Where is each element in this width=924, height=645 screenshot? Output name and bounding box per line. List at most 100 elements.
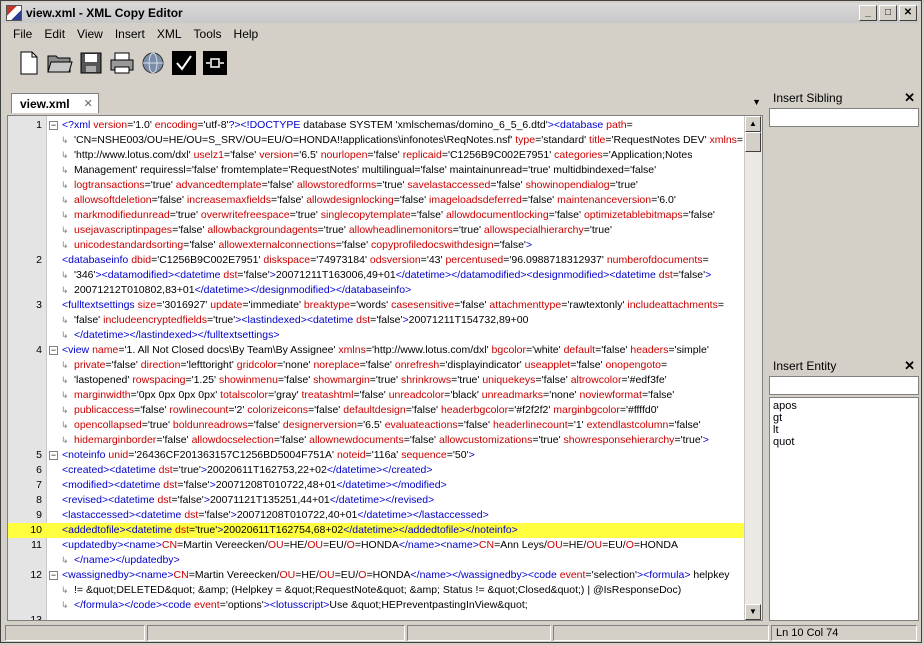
insert-entity-header: Insert Entity ✕: [769, 358, 919, 374]
menu-help[interactable]: Help: [228, 26, 265, 44]
wrap-indicator-icon: ↳: [61, 135, 69, 145]
insert-sibling-input[interactable]: [769, 108, 919, 127]
tab-close-icon[interactable]: ✕: [84, 97, 93, 110]
scroll-thumb[interactable]: [745, 132, 761, 152]
code-line[interactable]: ↳ marginwidth='0px 0px 0px 0px' totalscol…: [8, 388, 746, 403]
code-line[interactable]: ↳ hidemarginborder='false' allowdocselect…: [8, 433, 746, 448]
insert-entity-input[interactable]: [769, 376, 919, 395]
wrap-indicator-icon: ↳: [61, 375, 69, 385]
line-text: <view name='1. All Not Closed docs\By Te…: [62, 344, 709, 356]
code-line[interactable]: ↳ usejavascriptinpages='false' allowbackg…: [8, 223, 746, 238]
code-line[interactable]: 8 <revised><datetime dst='false'>20071121…: [8, 493, 746, 508]
wrap-indicator-icon: ↳: [61, 435, 69, 445]
minimize-button[interactable]: _: [859, 5, 877, 21]
new-document-button[interactable]: [15, 49, 43, 77]
globe-icon: [142, 52, 164, 74]
print-button[interactable]: [108, 49, 136, 77]
app-window: view.xml - XML Copy Editor _ □ ✕ File Ed…: [0, 0, 922, 643]
menu-tools[interactable]: Tools: [188, 26, 228, 44]
tab-view-xml[interactable]: view.xml ✕: [11, 93, 99, 113]
validate-button[interactable]: [201, 49, 229, 77]
line-text: 'CN=NSHE003/OU=HE/OU=S_SRV/OU=EU/O=HONDA…: [74, 134, 744, 146]
wrap-indicator-icon: ↳: [61, 240, 69, 250]
printer-icon: [110, 52, 134, 74]
wrap-indicator-icon: ↳: [61, 165, 69, 175]
code-line[interactable]: ↳ allowsoftdeletion='false' increasemaxfi…: [8, 193, 746, 208]
code-line[interactable]: 2 <databaseinfo dbid='C1256B9C002E7951' d…: [8, 253, 746, 268]
close-button[interactable]: ✕: [899, 5, 917, 21]
code-line[interactable]: 12− <wassignedby><name>CN=Martin Vereecke…: [8, 568, 746, 583]
line-text: Management' requiressl='false' fromtempl…: [74, 164, 657, 176]
code-line[interactable]: ↳ </name></updatedby>: [8, 553, 746, 568]
code-line[interactable]: ↳ logtransactions='true' advancedtemplate…: [8, 178, 746, 193]
code-line[interactable]: 5− <noteinfo unid='26436CF201363157C1256B…: [8, 448, 746, 463]
code-line[interactable]: ↳ 'http://www.lotus.com/dxl' uselz1='fals…: [8, 148, 746, 163]
entity-item[interactable]: gt: [773, 412, 915, 424]
menu-file[interactable]: File: [7, 26, 38, 44]
menu-xml[interactable]: XML: [151, 26, 188, 44]
insert-sibling-list[interactable]: [769, 129, 919, 353]
scroll-up-icon[interactable]: ▲: [745, 116, 761, 132]
entity-item[interactable]: lt: [773, 424, 915, 436]
line-text: </datetime></lastindexed></fulltextsetti…: [74, 329, 280, 341]
insert-entity-title: Insert Entity: [773, 359, 837, 373]
line-text: != &quot;DELETED&quot; &amp; (Helpkey = …: [74, 584, 682, 596]
insert-entity-close-icon[interactable]: ✕: [904, 358, 915, 374]
fold-toggle-icon[interactable]: −: [49, 121, 58, 130]
code-line[interactable]: 7 <modified><datetime dst='false'>2007120…: [8, 478, 746, 493]
save-button[interactable]: [77, 49, 105, 77]
code-line[interactable]: 9 <lastaccessed><datetime dst='false'>200…: [8, 508, 746, 523]
menu-view[interactable]: View: [71, 26, 109, 44]
tab-list-dropdown-icon[interactable]: ▼: [752, 97, 761, 107]
insert-sibling-close-icon[interactable]: ✕: [904, 90, 915, 106]
code-line[interactable]: ↳ </formula></code><code event='options'>…: [8, 598, 746, 613]
menu-edit[interactable]: Edit: [38, 26, 71, 44]
fold-toggle-icon[interactable]: −: [49, 571, 58, 580]
browser-button[interactable]: [139, 49, 167, 77]
code-area[interactable]: 1− <?xml version='1.0' encoding='utf-8'?>…: [8, 118, 746, 620]
code-line[interactable]: ↳ 'lastopened' rowspacing='1.25' showinme…: [8, 373, 746, 388]
code-line[interactable]: 10 <addedtofile><datetime dst='true'>2002…: [8, 523, 746, 538]
document-tab-bar: view.xml ✕ ▼: [7, 91, 765, 113]
code-line[interactable]: 3 <fulltextsettings size='3016927' update…: [8, 298, 746, 313]
line-number: 3: [36, 299, 42, 311]
code-line[interactable]: ↳ markmodifiedunread='true' overwritefree…: [8, 208, 746, 223]
code-line[interactable]: ↳ private='false' direction='lefttoright'…: [8, 358, 746, 373]
code-line[interactable]: 1− <?xml version='1.0' encoding='utf-8'?>…: [8, 118, 746, 133]
code-line[interactable]: ↳ Management' requiressl='false' fromtemp…: [8, 163, 746, 178]
entity-item[interactable]: quot: [773, 436, 915, 448]
code-line[interactable]: ↳ opencollapsed='true' boldunreadrows='fa…: [8, 418, 746, 433]
fold-toggle-icon[interactable]: −: [49, 346, 58, 355]
title-bar[interactable]: view.xml - XML Copy Editor _ □ ✕: [3, 3, 919, 23]
wrap-indicator-icon: ↳: [61, 330, 69, 340]
new-file-icon: [20, 51, 38, 75]
code-line[interactable]: ↳ != &quot;DELETED&quot; &amp; (Helpkey =…: [8, 583, 746, 598]
code-line[interactable]: 13: [8, 613, 746, 620]
menu-insert[interactable]: Insert: [109, 26, 151, 44]
code-line[interactable]: ↳ </datetime></lastindexed></fulltextsett…: [8, 328, 746, 343]
maximize-button[interactable]: □: [879, 5, 897, 21]
code-line[interactable]: ↳ 20071212T010802,83+01</datetime></desig…: [8, 283, 746, 298]
line-text: <fulltextsettings size='3016927' update=…: [62, 299, 724, 311]
code-line[interactable]: ↳ publicaccess='false' rowlinecount='2' c…: [8, 403, 746, 418]
vertical-scrollbar[interactable]: ▲ ▼: [744, 116, 762, 620]
xml-editor[interactable]: 1− <?xml version='1.0' encoding='utf-8'?>…: [7, 115, 763, 621]
insert-entity-list[interactable]: apos gt lt quot: [769, 397, 919, 621]
fold-toggle-icon[interactable]: −: [49, 451, 58, 460]
insert-sibling-header: Insert Sibling ✕: [769, 90, 919, 106]
check-wellformed-button[interactable]: [170, 49, 198, 77]
scroll-down-icon[interactable]: ▼: [745, 604, 761, 620]
open-button[interactable]: [46, 49, 74, 77]
code-line[interactable]: ↳ 'CN=NSHE003/OU=HE/OU=S_SRV/OU=EU/O=HOND…: [8, 133, 746, 148]
code-line[interactable]: ↳ unicodestandardsorting='false' allowext…: [8, 238, 746, 253]
line-text: logtransactions='true' advancedtemplate=…: [74, 179, 638, 191]
code-line[interactable]: 6 <created><datetime dst='true'>20020611T…: [8, 463, 746, 478]
code-line[interactable]: ↳ '346'><datamodified><datetime dst='fals…: [8, 268, 746, 283]
wrap-indicator-icon: ↳: [61, 315, 69, 325]
entity-item[interactable]: apos: [773, 400, 915, 412]
code-line[interactable]: 4− <view name='1. All Not Closed docs\By …: [8, 343, 746, 358]
wrap-indicator-icon: ↳: [61, 585, 69, 595]
line-text: markmodifiedunread='true' overwritefrees…: [74, 209, 715, 221]
code-line[interactable]: ↳ 'false' includeencryptedfields='true'><…: [8, 313, 746, 328]
code-line[interactable]: 11 <updatedby><name>CN=Martin Vereecken/O…: [8, 538, 746, 553]
